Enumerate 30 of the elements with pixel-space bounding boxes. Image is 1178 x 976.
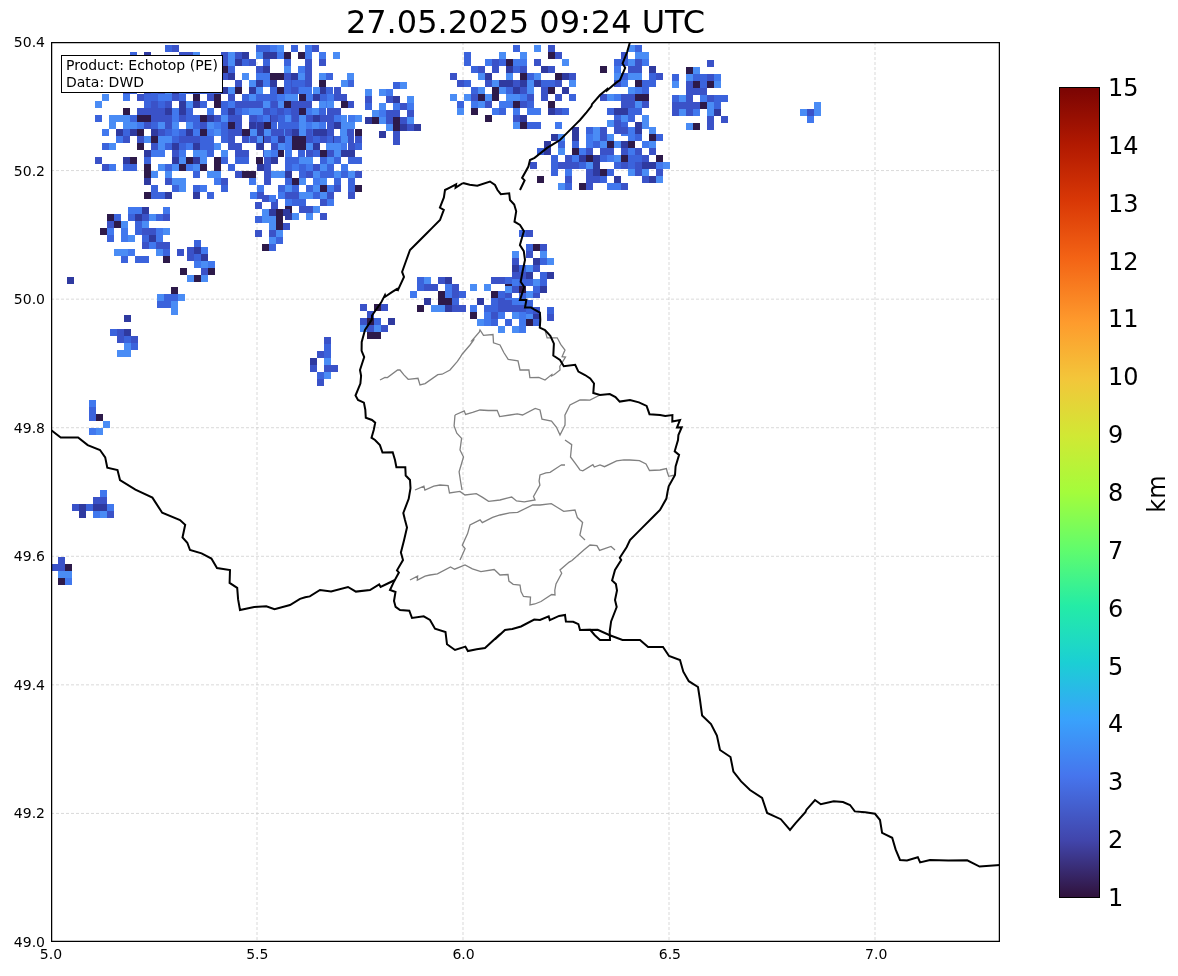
colorbar-tick-label: 14 [1108,131,1139,160]
colorbar-label: km [1142,475,1171,513]
y-axis-tick-label: 50.0 [12,290,45,309]
colorbar-tick-label: 15 [1108,74,1139,102]
colorbar-tick-label: 3 [1108,768,1124,797]
legend-text: Product: Echotop (PE) [66,57,218,74]
colorbar-tick-label: 9 [1108,421,1124,450]
colorbar-tick-label: 1 [1108,884,1124,912]
colorbar-tick-label: 4 [1108,710,1124,739]
colorbar-tick-label: 5 [1108,652,1124,681]
colorbar-tick-label: 12 [1108,247,1139,276]
colorbar-tick-label: 8 [1108,479,1124,507]
chart-title: 27.05.2025 09:24 UTC [344,2,707,42]
y-axis-tick-label: 50.2 [12,161,45,180]
colorbar-tick-label: 7 [1108,536,1124,565]
x-axis-tick-label: 6.0 [451,945,476,963]
x-axis-tick-label: 7.0 [864,945,889,963]
y-axis-tick-label: 50.4 [12,33,45,51]
y-axis-tick-label: 49.8 [12,418,45,437]
x-axis-tick-label: 5.5 [245,945,270,963]
y-axis-tick-label: 49.2 [12,804,45,823]
y-axis-tick-label: 49.6 [12,547,45,566]
y-axis-tick-label: 49.4 [12,675,45,694]
colorbar-tick-label: 10 [1108,363,1139,392]
colorbar-tick-label: 6 [1108,594,1124,623]
colorbar-tick-label: 13 [1108,189,1139,218]
x-axis-tick-label: 6.5 [657,945,682,963]
colorbar-tick-label: 2 [1108,826,1124,855]
colorbar-tick-label: 11 [1108,305,1139,334]
legend-text: Data: DWD [66,74,145,91]
